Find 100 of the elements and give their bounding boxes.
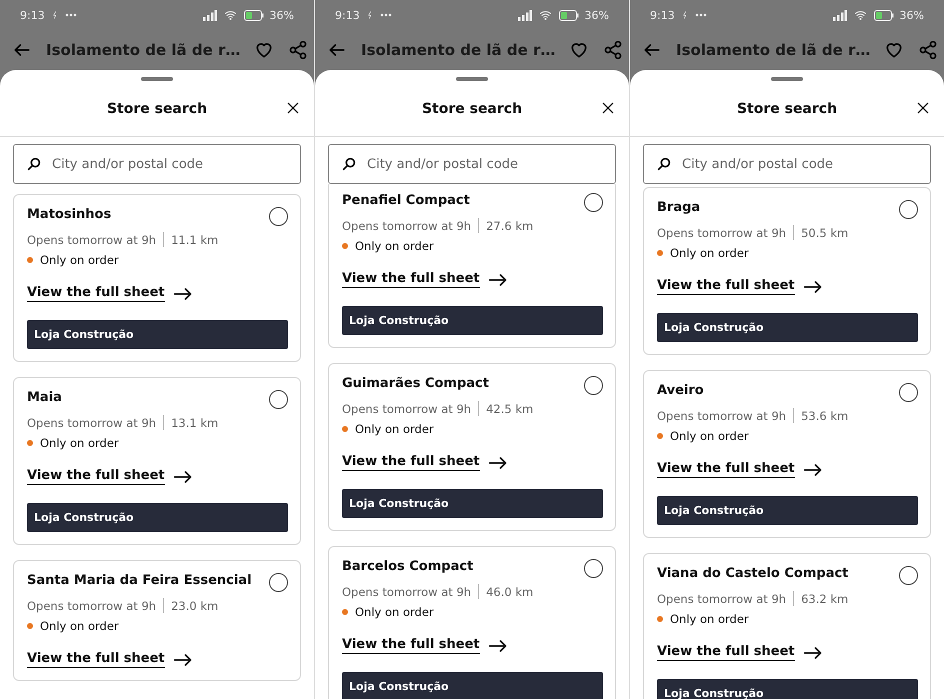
share-icon <box>288 40 308 60</box>
store-name: Maia <box>27 390 62 405</box>
battery-icon <box>244 10 264 20</box>
store-type-button[interactable]: Loja Construção <box>342 489 603 518</box>
status-dot <box>27 440 33 446</box>
availability-text: Only on order <box>355 422 434 436</box>
signal-icon <box>202 10 217 20</box>
more-icon <box>64 12 77 18</box>
search-icon <box>341 156 357 172</box>
full-sheet-link[interactable]: View the full sheet <box>657 278 823 295</box>
more-icon <box>694 12 707 18</box>
battery-percent: 36% <box>900 8 924 22</box>
opening-hours: Opens tomorrow at 9h <box>27 598 156 612</box>
share-button[interactable] <box>918 40 938 60</box>
heart-icon <box>569 40 590 60</box>
drag-handle[interactable] <box>771 77 803 81</box>
sheet-title: Store search <box>422 100 522 116</box>
status-time: 9:13 <box>20 8 45 22</box>
availability-text: Only on order <box>40 436 119 450</box>
share-icon <box>918 40 938 60</box>
product-title: Isolamento de lã de r… <box>676 41 870 59</box>
availability-text: Only on order <box>40 619 119 633</box>
store-distance: 50.5 km <box>801 226 848 240</box>
store-name: Braga <box>657 200 700 215</box>
drag-handle[interactable] <box>141 77 173 81</box>
store-radio[interactable] <box>269 390 288 409</box>
search-icon <box>26 156 42 172</box>
store-name: Santa Maria da Feira Essencial <box>27 573 252 588</box>
full-sheet-link[interactable]: View the full sheet <box>657 644 823 661</box>
opening-hours: Opens tomorrow at 9h <box>657 408 786 422</box>
favorite-button[interactable] <box>254 40 274 60</box>
store-radio[interactable] <box>899 566 918 585</box>
store-radio[interactable] <box>899 200 918 219</box>
availability-text: Only on order <box>670 429 749 443</box>
right-arrow-icon <box>172 470 193 484</box>
store-type-button[interactable]: Loja Construção <box>657 313 918 342</box>
right-arrow-icon <box>802 280 823 294</box>
close-icon <box>916 101 930 115</box>
right-arrow-icon <box>802 646 823 660</box>
store-radio[interactable] <box>269 207 288 226</box>
full-sheet-link[interactable]: View the full sheet <box>27 651 193 668</box>
search-box[interactable]: City and/or postal code <box>328 144 616 184</box>
opening-hours: Opens tomorrow at 9h <box>657 592 786 606</box>
right-arrow-icon <box>172 286 193 300</box>
store-name: Viana do Castelo Compact <box>657 566 848 581</box>
heart-icon <box>884 40 904 60</box>
store-name: Aveiro <box>657 383 704 398</box>
store-radio[interactable] <box>584 193 603 212</box>
store-type-button[interactable]: Loja Construção <box>27 320 288 349</box>
status-dot <box>27 623 33 629</box>
right-arrow-icon <box>802 462 823 476</box>
store-type-button[interactable]: Loja Construção <box>342 672 603 699</box>
product-title: Isolamento de lã de r… <box>46 41 240 59</box>
store-type-button[interactable]: Loja Construção <box>657 496 918 525</box>
store-distance: 27.6 km <box>486 218 534 232</box>
right-arrow-icon <box>488 272 508 286</box>
store-distance: 23.0 km <box>171 598 218 612</box>
share-button[interactable] <box>603 40 624 60</box>
store-distance: 11.1 km <box>171 232 218 246</box>
store-radio[interactable] <box>584 376 603 395</box>
opening-hours: Opens tomorrow at 9h <box>342 402 472 416</box>
sheet-title: Store search <box>736 100 838 116</box>
store-distance: 13.1 km <box>171 416 218 430</box>
status-dot <box>27 257 33 263</box>
full-sheet-link[interactable]: View the full sheet <box>27 468 193 485</box>
signal-icon <box>832 10 847 20</box>
share-button[interactable] <box>288 40 308 60</box>
status-dot <box>657 433 663 439</box>
store-radio[interactable] <box>584 559 603 578</box>
full-sheet-link[interactable]: View the full sheet <box>342 454 508 471</box>
store-type-button[interactable]: Loja Construção <box>657 679 918 699</box>
search-icon <box>656 156 672 172</box>
drag-handle[interactable] <box>456 77 488 81</box>
battery-icon <box>558 10 579 20</box>
full-sheet-link[interactable]: View the full sheet <box>657 461 823 478</box>
sheet-title: Store search <box>106 100 208 116</box>
availability-text: Only on order <box>355 239 434 253</box>
lightning-icon <box>680 10 689 20</box>
status-time: 9:13 <box>650 8 675 22</box>
search-box[interactable]: City and/or postal code <box>13 144 301 184</box>
signal-icon <box>518 10 532 20</box>
store-name: Guimarães Compact <box>342 376 489 391</box>
status-dot <box>657 250 663 256</box>
opening-hours: Opens tomorrow at 9h <box>342 218 472 232</box>
favorite-button[interactable] <box>569 40 590 60</box>
store-type-button[interactable]: Loja Construção <box>27 503 288 532</box>
store-radio[interactable] <box>899 383 918 402</box>
store-type-button[interactable]: Loja Construção <box>342 306 603 335</box>
full-sheet-link[interactable]: View the full sheet <box>342 637 508 654</box>
favorite-button[interactable] <box>884 40 904 60</box>
search-box[interactable]: City and/or postal code <box>643 144 931 184</box>
store-radio[interactable] <box>269 573 288 592</box>
status-dot <box>342 426 348 432</box>
share-icon <box>603 40 624 60</box>
store-distance: 42.5 km <box>486 402 534 416</box>
store-distance: 63.2 km <box>801 592 848 606</box>
full-sheet-link[interactable]: View the full sheet <box>27 285 193 302</box>
wifi-icon <box>222 9 238 21</box>
full-sheet-link[interactable]: View the full sheet <box>342 271 508 288</box>
availability-text: Only on order <box>40 253 119 267</box>
